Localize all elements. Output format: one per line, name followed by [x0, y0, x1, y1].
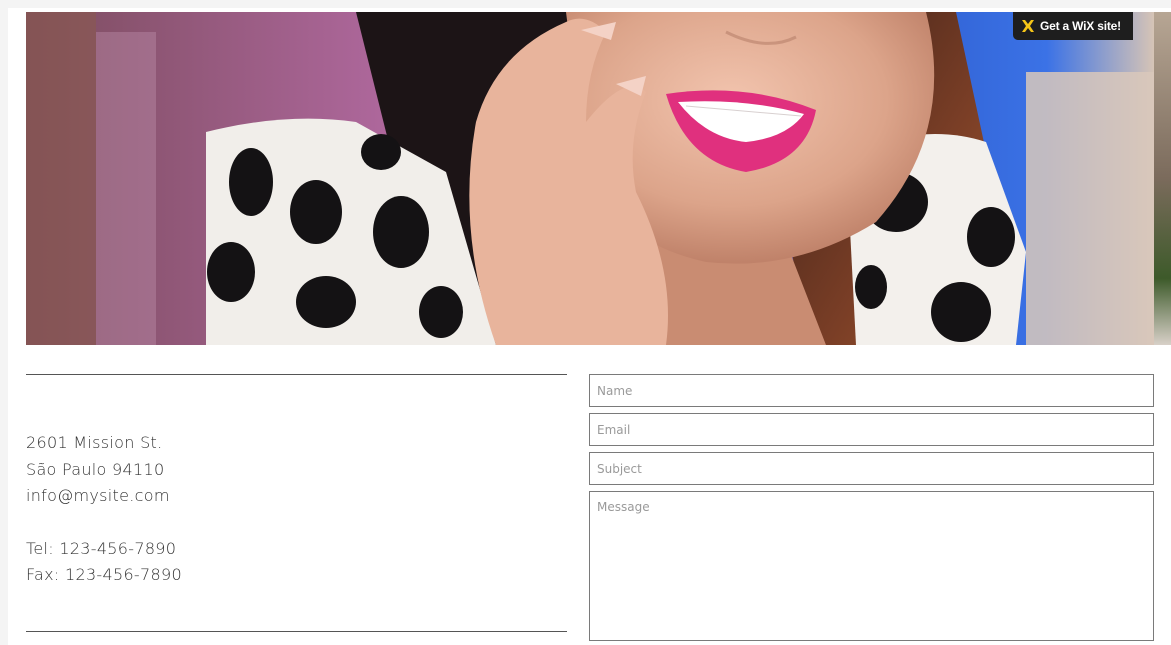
- contact-info: 2601 Mission St. São Paulo 94110 info@my…: [26, 374, 567, 632]
- badge-label: Get a WiX site!: [1040, 19, 1121, 33]
- divider-bottom: [26, 631, 567, 632]
- get-wix-site-badge[interactable]: Get a WiX site!: [1013, 12, 1133, 40]
- address-line-2: São Paulo 94110: [26, 459, 165, 479]
- subject-field[interactable]: [589, 452, 1154, 485]
- message-field[interactable]: [589, 491, 1154, 641]
- contact-fax: Fax: 123-456-7890: [26, 565, 182, 584]
- address-block: 2601 Mission St. São Paulo 94110 info@my…: [26, 430, 182, 589]
- background-edge: [1154, 12, 1171, 345]
- contact-tel: Tel: 123-456-7890: [26, 538, 177, 558]
- address-line-1: 2601 Mission St.: [26, 433, 163, 452]
- divider-top: [26, 374, 567, 375]
- contact-email: info@mysite.com: [26, 486, 170, 505]
- hero-image: [26, 12, 1154, 345]
- contact-form: [589, 374, 1154, 641]
- wix-logo-icon: [1022, 20, 1034, 32]
- page: Get a WiX site! 2601 Mission St. São Pau…: [8, 8, 1171, 645]
- email-field[interactable]: [589, 413, 1154, 446]
- name-field[interactable]: [589, 374, 1154, 407]
